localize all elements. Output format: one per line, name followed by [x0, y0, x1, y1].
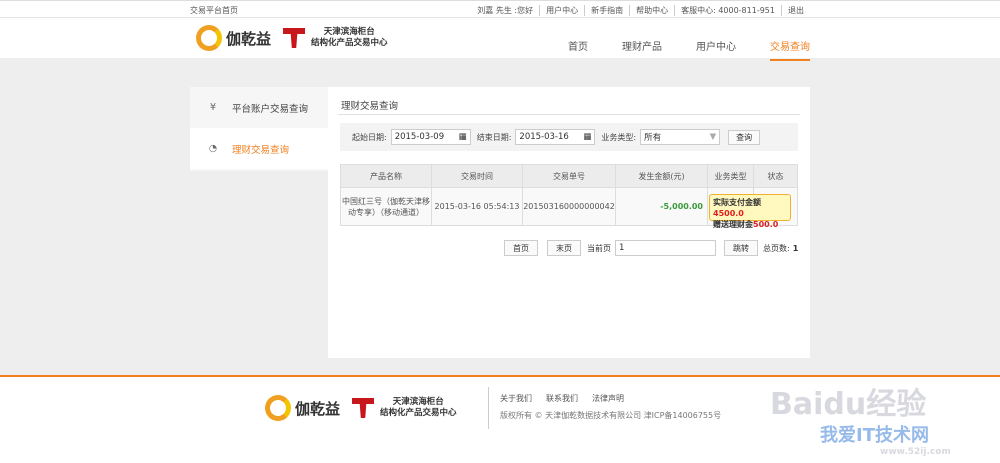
tooltip-value: 500.0 [753, 220, 779, 229]
brand-name: 伽乾益 [295, 399, 341, 418]
amount-tooltip: 实际支付金额 4500.0 赠送理财金500.0 [709, 194, 791, 229]
calendar-icon[interactable]: ▦ [583, 132, 591, 142]
trade-number: 201503160000000042 [522, 187, 616, 226]
partner-line1: 天津滨海柜台 [392, 397, 444, 407]
start-date-input[interactable]: 2015-03-09 ▦ [390, 129, 471, 145]
platform-home-link[interactable]: 交易平台首页 [190, 5, 238, 16]
partner-line1: 天津滨海柜台 [323, 27, 375, 37]
col-header: 交易单号 [522, 164, 616, 188]
logout-link[interactable]: 退出 [781, 5, 810, 16]
footer: 伽乾益 天津滨海柜台 结构化产品交易中心 关于我们 联系我们 法律声明 版权所有 … [0, 375, 1000, 463]
legal-link[interactable]: 法律声明 [592, 393, 624, 404]
brand-logo-icon [196, 25, 222, 51]
nav-home[interactable]: 首页 [568, 38, 588, 61]
col-header: 业务类型 [707, 164, 754, 188]
page-input[interactable]: 1 [615, 240, 716, 256]
end-date-value: 2015-03-16 [519, 132, 569, 142]
nav-products[interactable]: 理财产品 [622, 38, 662, 61]
chevron-down-icon: ▼ [709, 132, 717, 142]
watermark: 我爱IT技术网 [820, 425, 929, 446]
sidebar-item-label: 平台账户交易查询 [232, 103, 309, 115]
about-link[interactable]: 关于我们 [500, 393, 532, 404]
logo[interactable]: 伽乾益 天津滨海柜台 结构化产品交易中心 [196, 25, 388, 51]
footer-logo: 伽乾益 天津滨海柜台 结构化产品交易中心 [265, 395, 457, 421]
total-pages: 1 [792, 243, 799, 253]
main-panel: 理财交易查询 起始日期: 2015-03-09 ▦ 结束日期: 2015-03-1… [328, 87, 810, 358]
tooltip-label: 赠送理财金 [713, 220, 753, 229]
watermark: Baidu经验 [770, 387, 927, 422]
top-bar: 交易平台首页 刘嘉 先生 :您好 用户中心 新手指南 帮助中心 客服中心: 40… [0, 0, 1000, 18]
col-header: 发生金额(元) [615, 164, 708, 188]
col-header: 状态 [753, 164, 798, 188]
type-label: 业务类型: [601, 132, 637, 142]
start-date-value: 2015-03-09 [394, 132, 445, 142]
watermark: www.52ij.com [880, 447, 951, 457]
user-center-link[interactable]: 用户中心 [539, 5, 584, 16]
nav-transactions[interactable]: 交易查询 [770, 38, 810, 61]
amount[interactable]: -5,000.00 [615, 187, 708, 226]
start-date-label: 起始日期: [352, 132, 387, 142]
brand-name: 伽乾益 [226, 29, 272, 48]
product-name: 中国红三号（伽乾天津移动专享）（移动通道） [340, 187, 432, 226]
type-value: 所有 [644, 133, 662, 143]
jump-button[interactable]: 跳转 [724, 240, 758, 256]
sidebar: ¥ 平台账户交易查询 ◔ 理财交易查询 [190, 87, 328, 171]
query-button[interactable]: 查询 [728, 129, 761, 145]
contact-link[interactable]: 联系我们 [546, 393, 578, 404]
col-header: 交易时间 [431, 164, 523, 188]
partner-line2: 结构化产品交易中心 [311, 38, 388, 48]
partner-logo-icon [352, 398, 375, 418]
yen-icon: ¥ [209, 102, 217, 113]
calendar-icon[interactable]: ▦ [459, 132, 467, 142]
divider [488, 387, 489, 429]
service-phone: 客服中心: 4000-811-951 [674, 5, 781, 16]
last-page-button[interactable]: 末页 [547, 240, 581, 256]
sidebar-item-account-query[interactable]: ¥ 平台账户交易查询 [190, 87, 328, 128]
col-header: 产品名称 [340, 164, 432, 188]
end-date-input[interactable]: 2015-03-16 ▦ [515, 129, 596, 145]
gauge-icon: ◔ [208, 143, 218, 154]
guide-link[interactable]: 新手指南 [584, 5, 629, 16]
help-link[interactable]: 帮助中心 [629, 5, 674, 16]
filter-bar: 起始日期: 2015-03-09 ▦ 结束日期: 2015-03-16 ▦ 业务类型… [340, 123, 798, 151]
sidebar-item-finance-query[interactable]: ◔ 理财交易查询 [190, 128, 328, 169]
partner-line2: 结构化产品交易中心 [380, 408, 457, 418]
partner-logo-icon [283, 28, 306, 48]
trade-time: 2015-03-16 05:54:13 [431, 187, 523, 226]
divider [338, 114, 800, 115]
end-date-label: 结束日期: [476, 132, 512, 142]
greeting: 刘嘉 先生 :您好 [477, 6, 534, 15]
nav-user-center[interactable]: 用户中心 [696, 38, 736, 61]
page-title: 理财交易查询 [341, 101, 399, 112]
header: 伽乾益 天津滨海柜台 结构化产品交易中心 首页 理财产品 用户中心 交易查询 [0, 18, 1000, 61]
brand-logo-icon [265, 395, 291, 421]
sidebar-item-label: 理财交易查询 [232, 144, 290, 156]
first-page-button[interactable]: 首页 [504, 240, 538, 256]
current-page-label: 当前页 [587, 243, 611, 253]
page-input-value: 1 [619, 243, 625, 253]
pagination: 首页 末页 当前页 1 跳转 总页数: 1 [504, 240, 798, 256]
type-select[interactable]: 所有 ▼ [640, 129, 721, 145]
tooltip-label: 实际支付金额 [713, 198, 761, 207]
total-pages-label: 总页数: [763, 243, 790, 253]
copyright: 版权所有 © 天津伽乾数据技术有限公司 津ICP备14006755号 [500, 411, 722, 420]
tooltip-value: 4500.0 [713, 209, 744, 218]
